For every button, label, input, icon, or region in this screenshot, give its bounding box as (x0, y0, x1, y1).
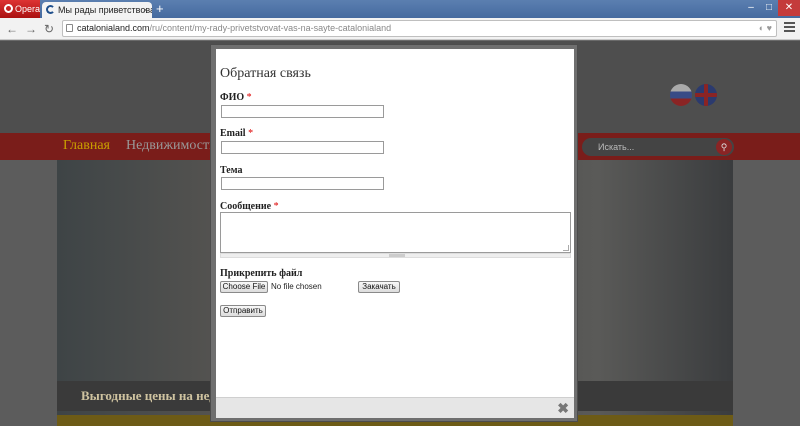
opera-menu-button[interactable]: Opera (0, 0, 40, 18)
tab-title: Мы рады приветствовать (58, 5, 152, 15)
name-input[interactable] (221, 105, 384, 118)
search-placeholder: Искать... (598, 142, 635, 152)
address-bar[interactable]: catalonialand.com/ru/content/my-rady-pri… (62, 20, 777, 37)
required-mark: * (273, 201, 279, 212)
site-favicon-icon (46, 5, 55, 14)
address-bar-icons[interactable]: ◐ ♥ (759, 21, 772, 36)
back-button[interactable]: ← (6, 21, 18, 37)
textarea-scrollbar[interactable] (220, 253, 571, 258)
window-close-button[interactable]: ✕ (778, 0, 800, 16)
browser-toolbar: ← → ↻ catalonialand.com/ru/content/my-ra… (0, 18, 800, 40)
scrollbar-knob[interactable] (389, 254, 405, 257)
search-icon[interactable]: ⚲ (716, 139, 732, 155)
reload-button[interactable]: ↻ (44, 21, 54, 37)
flag-en-icon[interactable] (695, 84, 717, 106)
required-mark: * (248, 128, 254, 139)
nav-item-realty[interactable]: Недвижимость (126, 138, 215, 154)
textarea-resize-handle[interactable] (563, 245, 569, 251)
name-label: ФИО * (220, 92, 252, 103)
message-textarea[interactable] (220, 212, 571, 253)
close-icon[interactable]: ✖ (557, 400, 569, 416)
flag-ru-icon[interactable] (670, 84, 692, 106)
file-status-text: No file chosen (271, 282, 322, 291)
email-label: Email * (220, 128, 254, 139)
new-tab-button[interactable]: + (156, 1, 164, 17)
subject-input[interactable] (221, 177, 384, 190)
modal-title: Обратная связь (220, 66, 311, 81)
required-mark: * (246, 92, 252, 103)
window-maximize-button[interactable]: □ (760, 0, 778, 16)
submit-button[interactable]: Отправить (220, 305, 266, 317)
site-search-input[interactable]: Искать... ⚲ (582, 138, 734, 156)
opera-logo-icon (4, 4, 13, 13)
page-info-icon (66, 24, 73, 32)
tab-strip: Opera Мы рады приветствовать × + – □ ✕ (0, 0, 800, 18)
url-path: /ru/content/my-rady-privetstvovat-vas-na… (149, 23, 392, 33)
opera-label: Opera (15, 4, 41, 14)
email-input[interactable] (221, 141, 384, 154)
browser-tab[interactable]: Мы рады приветствовать × (42, 2, 152, 18)
modal-footer: ✖ (216, 397, 574, 418)
language-switcher (670, 84, 720, 109)
nav-item-home[interactable]: Главная (63, 138, 110, 154)
forward-button[interactable]: → (25, 21, 37, 37)
upload-button[interactable]: Закачать (358, 281, 400, 293)
tab-close-icon[interactable]: × (143, 2, 148, 18)
choose-file-button[interactable]: Choose File (220, 281, 268, 293)
window-minimize-button[interactable]: – (742, 0, 760, 16)
subject-label: Тема (220, 165, 243, 176)
message-label: Сообщение * (220, 201, 279, 212)
feedback-modal: Обратная связь ФИО * Email * Тема Сообще… (216, 49, 574, 418)
attach-file-label: Прикрепить файл (220, 268, 303, 279)
browser-menu-icon[interactable] (784, 22, 795, 34)
url-host: catalonialand.com (77, 23, 150, 33)
